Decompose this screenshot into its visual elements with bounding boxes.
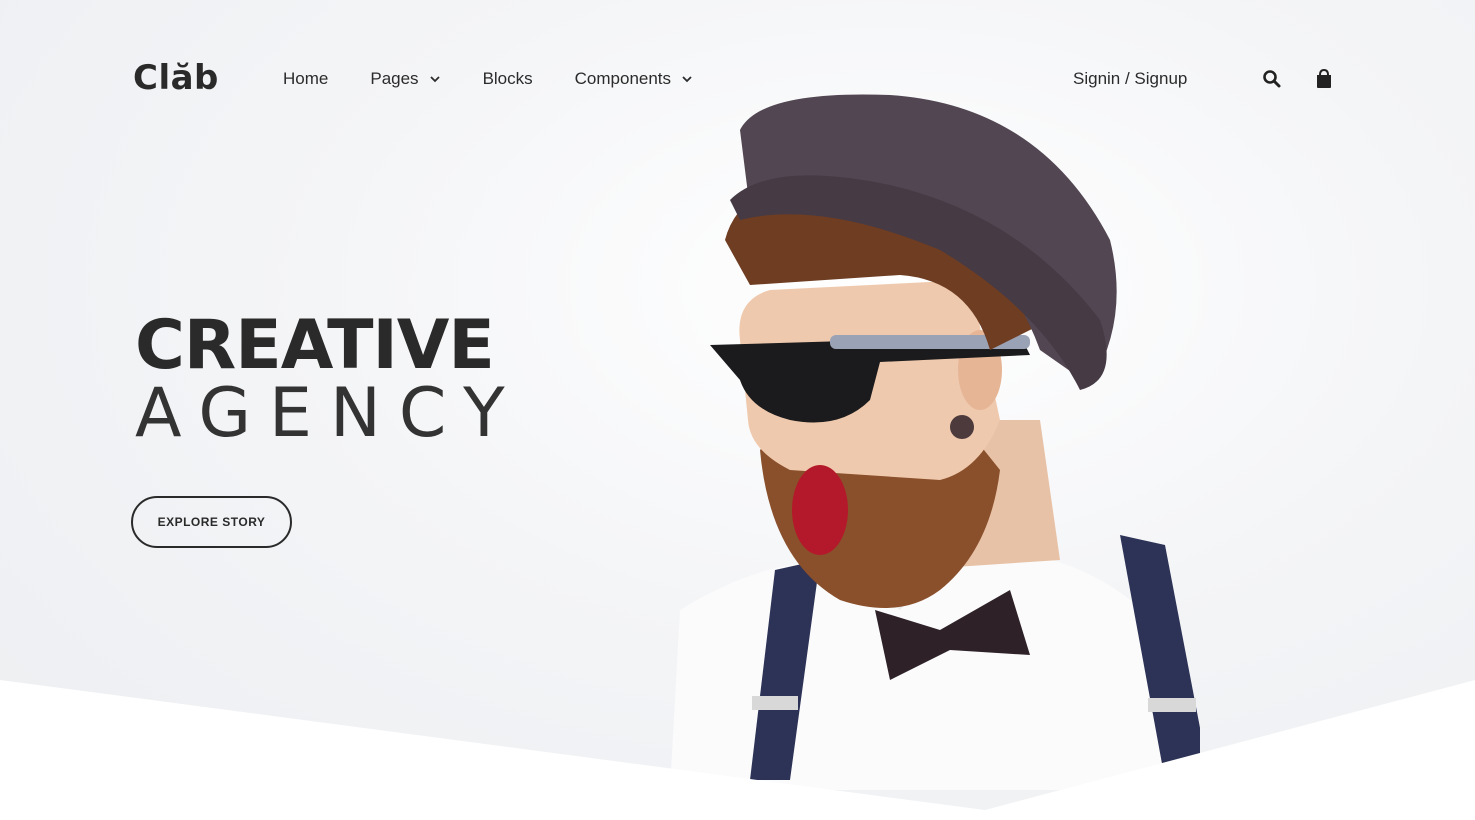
hero-headline: CREATIVE AGENCY xyxy=(135,306,523,453)
nav-item-blocks[interactable]: Blocks xyxy=(483,69,533,89)
nav-item-components[interactable]: Components xyxy=(575,69,693,89)
explore-story-button[interactable]: EXPLORE STORY xyxy=(131,496,292,548)
nav-item-label: Pages xyxy=(370,69,419,88)
headline-line-1: CREATIVE xyxy=(135,306,495,385)
nav-item-home[interactable]: Home xyxy=(283,69,328,89)
chevron-down-icon xyxy=(429,76,440,83)
headline-line-2: AGENCY xyxy=(135,374,523,453)
nav-menu: Home Pages Blocks Components xyxy=(283,69,735,89)
navbar: Clăb Home Pages Blocks Components Signin… xyxy=(0,0,1475,160)
search-icon[interactable] xyxy=(1262,69,1282,89)
nav-item-pages[interactable]: Pages xyxy=(370,69,440,89)
chevron-down-icon xyxy=(682,76,692,83)
brand-logo[interactable]: Clăb xyxy=(133,58,219,98)
nav-item-label: Blocks xyxy=(482,69,533,88)
hero-section: Clăb Home Pages Blocks Components Signin… xyxy=(0,0,1475,820)
shopping-bag-icon[interactable] xyxy=(1314,69,1334,89)
nav-item-label: Home xyxy=(283,69,329,88)
signin-signup-link[interactable]: Signin / Signup xyxy=(1073,69,1187,89)
nav-item-label: Components xyxy=(574,69,672,88)
